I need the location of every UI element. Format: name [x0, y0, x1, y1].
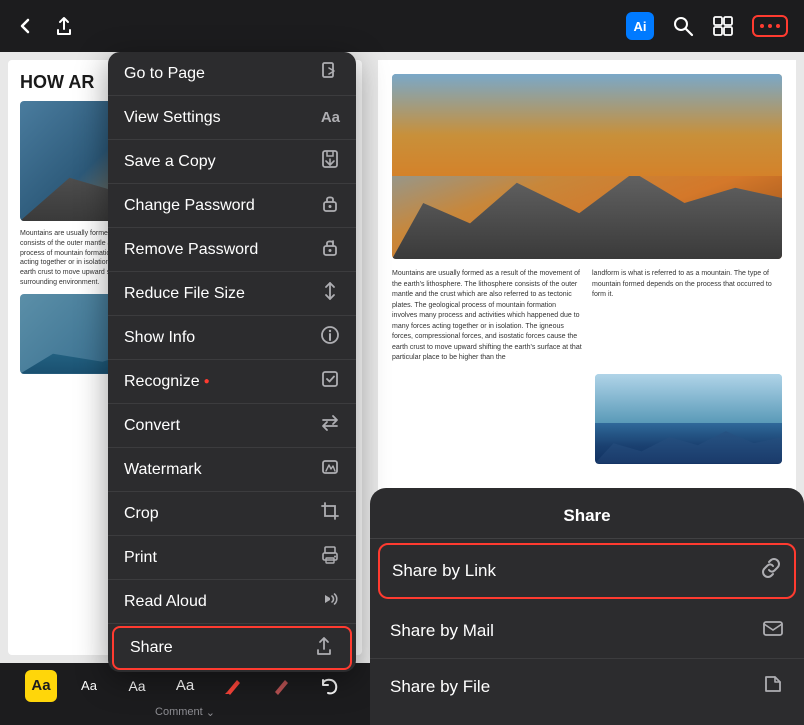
- share-by-file-item[interactable]: Share by File: [370, 659, 804, 715]
- back-button[interactable]: [16, 16, 36, 36]
- print-icon: [320, 545, 340, 570]
- convert-label: Convert: [124, 417, 180, 435]
- text-medium-button[interactable]: Aa: [121, 670, 153, 702]
- show-info-icon: [320, 325, 340, 350]
- pen-red-button[interactable]: [217, 670, 249, 702]
- right-mountain-image: [392, 74, 782, 259]
- read-aloud-icon: [320, 589, 340, 614]
- menu-item-recognize[interactable]: Recognize ●: [108, 360, 356, 404]
- menu-item-read-aloud[interactable]: Read Aloud: [108, 580, 356, 624]
- search-button[interactable]: [672, 15, 694, 37]
- go-to-page-icon: [320, 61, 340, 86]
- print-label: Print: [124, 549, 157, 567]
- recognize-dot: ●: [204, 376, 210, 387]
- go-to-page-label: Go to Page: [124, 65, 205, 83]
- menu-item-reduce-file-size[interactable]: Reduce File Size: [108, 272, 356, 316]
- view-settings-icon: Aa: [321, 109, 340, 126]
- menu-item-change-password[interactable]: Change Password: [108, 184, 356, 228]
- share-by-link-icon: [760, 557, 782, 585]
- view-button[interactable]: [712, 15, 734, 37]
- menu-item-share[interactable]: Share: [112, 626, 352, 670]
- share-by-link-item[interactable]: Share by Link: [378, 543, 796, 599]
- watermark-label: Watermark: [124, 461, 202, 479]
- menu-item-remove-password[interactable]: Remove Password: [108, 228, 356, 272]
- reduce-file-size-label: Reduce File Size: [124, 285, 245, 303]
- change-password-icon: [320, 193, 340, 218]
- menu-item-crop[interactable]: Crop: [108, 492, 356, 536]
- crop-label: Crop: [124, 505, 159, 523]
- show-info-label: Show Info: [124, 329, 195, 347]
- menu-item-convert[interactable]: Convert: [108, 404, 356, 448]
- recognize-icon: [320, 369, 340, 394]
- more-button[interactable]: [752, 15, 788, 37]
- top-toolbar: Ai: [0, 0, 804, 52]
- reduce-file-size-icon: [320, 281, 340, 306]
- share-by-file-label: Share by File: [390, 677, 490, 697]
- remove-password-label: Remove Password: [124, 241, 258, 259]
- share-by-link-label: Share by Link: [392, 561, 496, 581]
- share-panel: Share Share by Link Share by Mail Share …: [370, 488, 804, 725]
- remove-password-icon: [320, 237, 340, 262]
- save-copy-icon: [320, 149, 340, 174]
- share-icon: [314, 636, 334, 661]
- watermark-icon: [320, 457, 340, 482]
- right-text-columns: Mountains are usually formed as a result…: [392, 269, 782, 364]
- recognize-label: Recognize: [124, 373, 200, 391]
- share-by-file-icon: [762, 673, 784, 701]
- ai-button[interactable]: Ai: [626, 12, 654, 40]
- menu-item-print[interactable]: Print: [108, 536, 356, 580]
- dropdown-menu: Go to Page View Settings Aa Save a Copy …: [108, 52, 356, 672]
- undo-button[interactable]: [313, 670, 345, 702]
- menu-item-go-to-page[interactable]: Go to Page: [108, 52, 356, 96]
- menu-item-save-copy[interactable]: Save a Copy: [108, 140, 356, 184]
- right-lake-image: [595, 374, 782, 464]
- convert-icon: [320, 413, 340, 438]
- view-settings-label: View Settings: [124, 109, 221, 127]
- share-label: Share: [130, 639, 173, 657]
- right-text-col1: Mountains are usually formed as a result…: [392, 269, 582, 364]
- share-panel-title: Share: [370, 488, 804, 539]
- text-small-button[interactable]: Aa: [73, 670, 105, 702]
- menu-item-show-info[interactable]: Show Info: [108, 316, 356, 360]
- menu-item-watermark[interactable]: Watermark: [108, 448, 356, 492]
- share-export-button[interactable]: [54, 16, 74, 36]
- eraser-button[interactable]: [265, 670, 297, 702]
- menu-item-view-settings[interactable]: View Settings Aa: [108, 96, 356, 140]
- right-text-col2: landform is what is referred to as a mou…: [592, 269, 782, 364]
- text-highlight-button[interactable]: Aa: [25, 670, 57, 702]
- share-by-mail-item[interactable]: Share by Mail: [370, 603, 804, 659]
- text-large-button[interactable]: Aa: [169, 670, 201, 702]
- save-copy-label: Save a Copy: [124, 153, 216, 171]
- read-aloud-label: Read Aloud: [124, 593, 207, 611]
- share-by-mail-label: Share by Mail: [390, 621, 494, 641]
- share-by-mail-icon: [762, 617, 784, 645]
- change-password-label: Change Password: [124, 197, 255, 215]
- crop-icon: [320, 501, 340, 526]
- comment-label[interactable]: Comment ⌄: [155, 706, 215, 719]
- bottom-toolbar: Aa Aa Aa Aa Comment: [0, 663, 370, 725]
